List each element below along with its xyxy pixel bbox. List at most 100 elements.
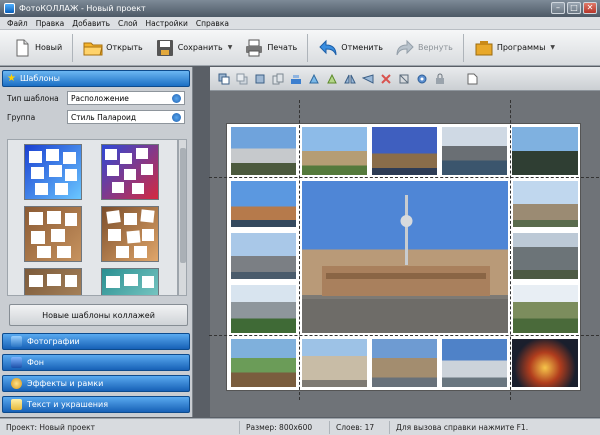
redo-arrow-icon: [396, 39, 414, 55]
collage-photo[interactable]: [511, 126, 579, 176]
collage-photo[interactable]: [301, 126, 368, 176]
group-label: Группа: [7, 112, 36, 122]
status-bar: Проект: Новый проект Размер: 800x600 Сло…: [0, 418, 600, 435]
template-type-select[interactable]: Расположение: [67, 91, 185, 105]
section-effects[interactable]: Эффекты и рамки: [2, 375, 190, 392]
polaroid-layout-icon: [29, 211, 77, 258]
collage-photo[interactable]: [371, 338, 438, 388]
lock-icon[interactable]: [434, 73, 446, 85]
polaroid-layout-icon: [106, 274, 154, 288]
effects-icon: [11, 378, 22, 389]
collage-photo[interactable]: [230, 232, 297, 280]
workspace-toolbar: [210, 67, 600, 91]
collage-photo[interactable]: [512, 180, 579, 228]
menu-help[interactable]: Справка: [192, 19, 233, 28]
programs-dropdown-icon[interactable]: ▼: [550, 44, 555, 51]
chevron-down-icon: [172, 93, 181, 103]
template-thumb[interactable]: [101, 206, 159, 262]
guide-line: [299, 100, 300, 400]
group-select[interactable]: Стиль Палароид: [67, 110, 185, 124]
print-button[interactable]: Печать: [238, 34, 303, 62]
menu-edit[interactable]: Правка: [32, 19, 69, 28]
status-project: Проект: Новый проект: [0, 420, 240, 434]
save-dropdown-icon[interactable]: ▼: [228, 44, 233, 51]
template-thumb[interactable]: [101, 144, 159, 200]
collage-photo[interactable]: [230, 338, 297, 388]
section-text[interactable]: Текст и украшения: [2, 396, 190, 413]
collage-photo[interactable]: [301, 338, 368, 388]
group-row: Группа Стиль Палароид: [0, 109, 192, 125]
new-document-icon: [16, 39, 29, 56]
status-layers: Слоев: 17: [330, 420, 390, 434]
chevron-down-icon: [172, 112, 181, 122]
new-button[interactable]: Новый: [6, 34, 68, 62]
status-hint: Для вызова справки нажмите F1.: [396, 422, 529, 432]
collage-photo-main[interactable]: [301, 180, 509, 334]
collage-photo[interactable]: [230, 126, 297, 176]
new-label: Новый: [35, 43, 63, 52]
programs-button[interactable]: Программы ▼: [468, 34, 561, 62]
flip-horizontal-icon[interactable]: [344, 73, 356, 85]
scrollbar-thumb[interactable]: [180, 148, 186, 263]
menu-file[interactable]: Файл: [3, 19, 32, 28]
open-button[interactable]: Открыть: [77, 34, 149, 62]
menu-bar: Файл Правка Добавить Слой Настройки Спра…: [0, 17, 600, 30]
menu-layer[interactable]: Слой: [114, 19, 142, 28]
undo-button[interactable]: Отменить: [312, 34, 389, 62]
template-thumb[interactable]: [24, 206, 82, 262]
folder-icon: [83, 42, 103, 55]
collage-photo[interactable]: [441, 126, 508, 176]
template-thumb[interactable]: [101, 268, 159, 295]
rotate-right-icon[interactable]: [326, 73, 338, 85]
gear-icon[interactable]: [416, 73, 428, 85]
collage-photo[interactable]: [371, 126, 438, 176]
collage-photo[interactable]: [230, 180, 297, 228]
template-type-label: Тип шаблона: [7, 93, 59, 103]
toolbar-separator: [307, 33, 309, 62]
window-title: ФотоКОЛЛАЖ - Новый проект: [19, 4, 146, 13]
page-icon[interactable]: [466, 73, 478, 85]
rotate-left-icon[interactable]: [308, 73, 320, 85]
templates-header[interactable]: ★ Шаблоны: [2, 70, 190, 87]
polaroid-layout-icon: [29, 149, 77, 195]
send-backward-icon[interactable]: [236, 73, 248, 85]
menu-settings[interactable]: Настройки: [142, 19, 192, 28]
section-background-label: Фон: [27, 358, 45, 367]
collage-photo[interactable]: [230, 284, 297, 334]
group-value: Стиль Палароид: [71, 112, 137, 122]
guide-line: [209, 177, 599, 178]
undo-label: Отменить: [341, 43, 383, 52]
section-photos[interactable]: Фотографии: [2, 333, 190, 350]
collage-photo[interactable]: [441, 338, 508, 388]
duplicate-icon[interactable]: [272, 73, 284, 85]
toolbar-separator: [462, 33, 464, 62]
polaroid-layout-icon: [106, 209, 155, 258]
collage-canvas[interactable]: [209, 100, 599, 400]
crop-icon[interactable]: [398, 73, 410, 85]
guide-line: [510, 100, 511, 400]
template-thumb[interactable]: [24, 144, 82, 200]
template-thumbnails: [7, 139, 178, 296]
collage-photo[interactable]: [512, 232, 579, 280]
redo-button[interactable]: Вернуть: [389, 34, 459, 62]
section-background[interactable]: Фон: [2, 354, 190, 371]
menu-add[interactable]: Добавить: [68, 19, 114, 28]
flip-vertical-icon[interactable]: [362, 73, 374, 85]
print-label: Печать: [267, 43, 298, 52]
maximize-button[interactable]: □: [567, 2, 581, 14]
bring-forward-icon[interactable]: [218, 73, 230, 85]
delete-icon[interactable]: [380, 73, 392, 85]
save-button[interactable]: Сохранить ▼: [149, 34, 239, 62]
collage-photo[interactable]: [512, 284, 579, 334]
layers-icon[interactable]: [254, 73, 266, 85]
new-templates-button[interactable]: Новые шаблоны коллажей: [9, 304, 188, 326]
thumbnails-scrollbar[interactable]: [178, 139, 187, 296]
programs-icon: [475, 40, 493, 55]
collage-photo[interactable]: [511, 338, 579, 388]
minimize-button[interactable]: –: [551, 2, 565, 14]
close-button[interactable]: ✕: [583, 2, 597, 14]
section-text-label: Текст и украшения: [27, 400, 109, 409]
template-thumb[interactable]: [24, 268, 82, 295]
section-effects-label: Эффекты и рамки: [27, 379, 104, 388]
align-icon[interactable]: [290, 73, 302, 85]
